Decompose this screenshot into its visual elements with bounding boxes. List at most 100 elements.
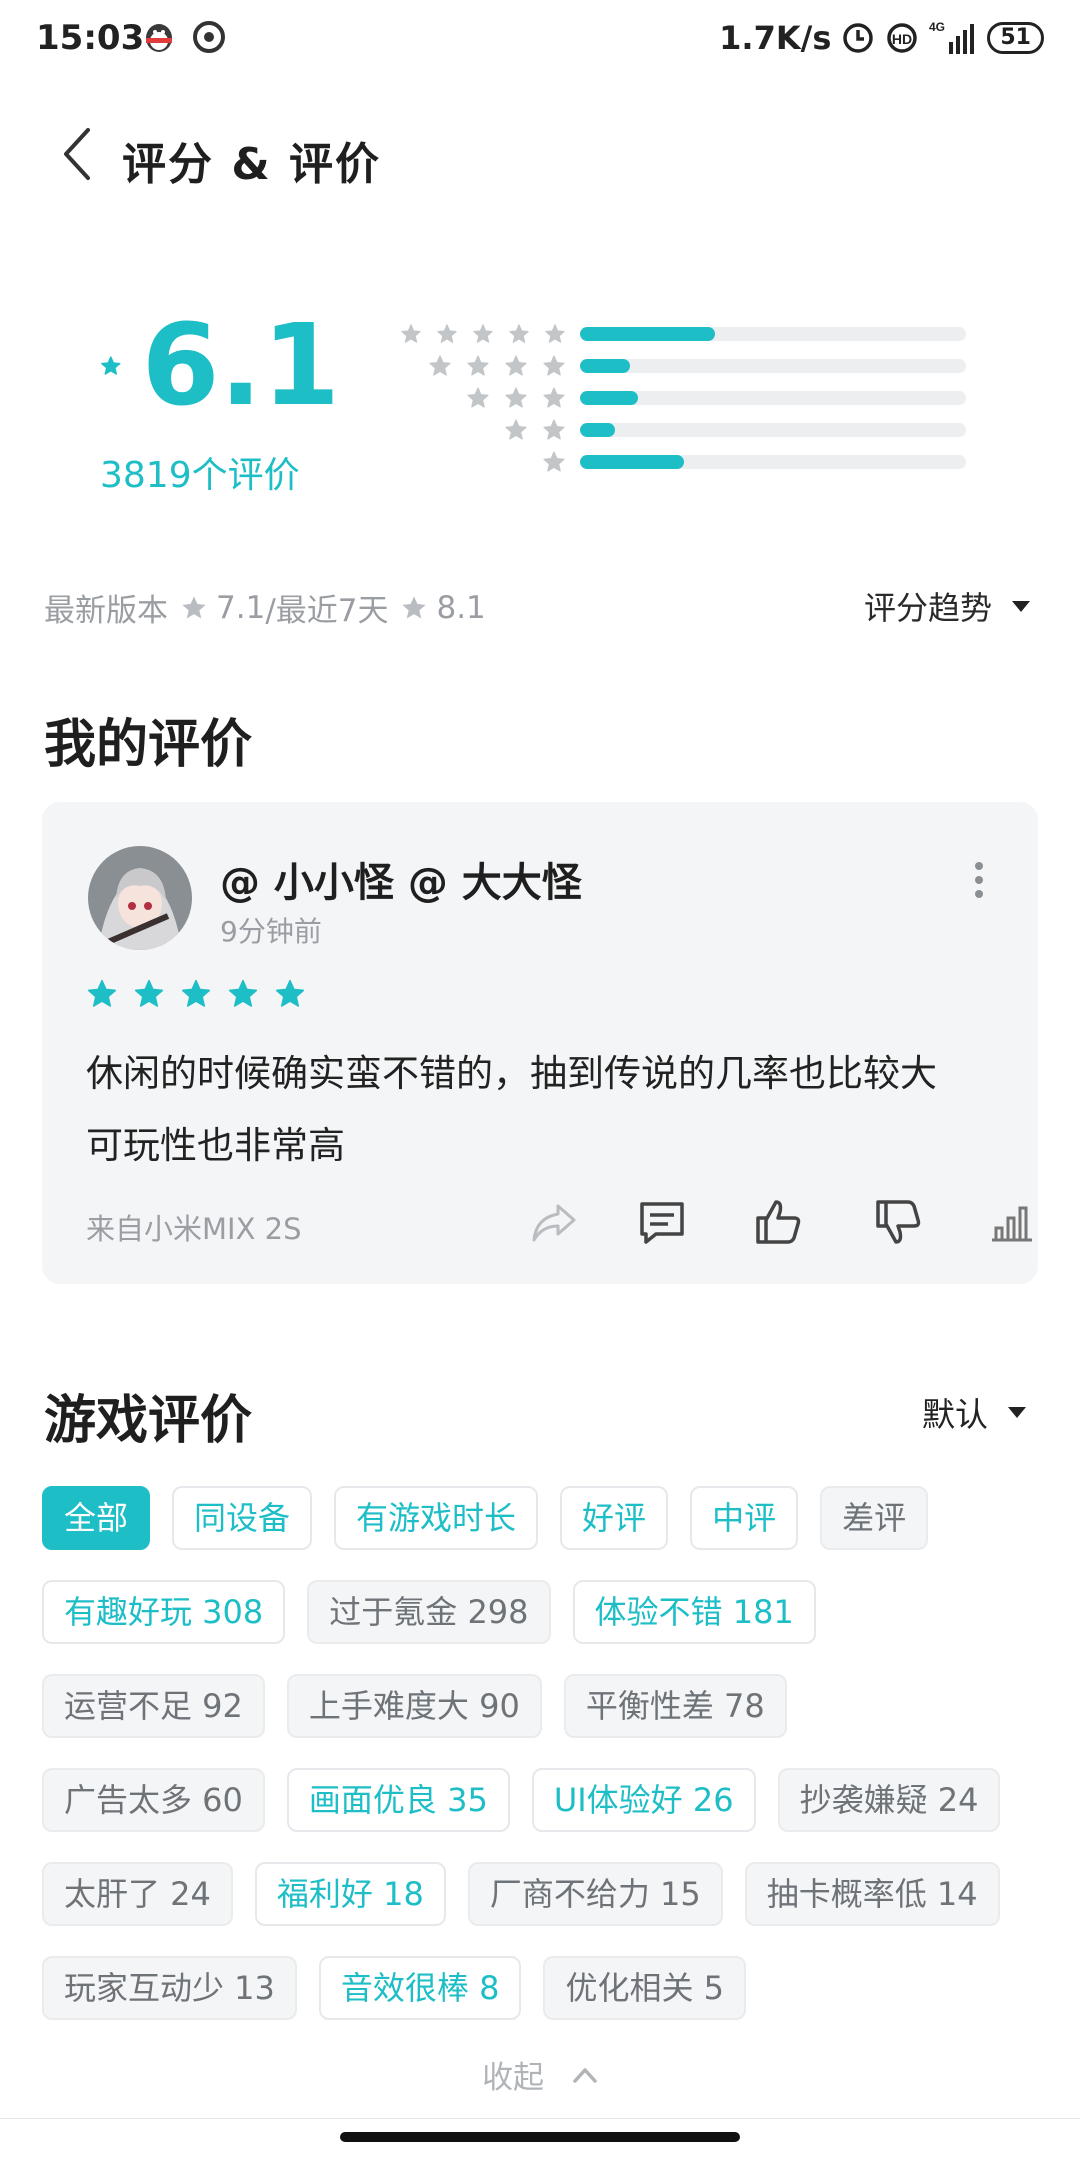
distribution-bar — [580, 391, 966, 405]
avatar[interactable] — [88, 846, 192, 950]
filter-tag[interactable]: 厂商不给力 15 — [467, 1862, 723, 1926]
stats-icon[interactable] — [986, 1196, 1038, 1248]
star-icon — [182, 595, 206, 618]
version-rating-line: 最新版本 7.1 /最近7天 8.1 — [44, 585, 486, 630]
filter-tag[interactable]: 广告太多 60 — [42, 1768, 265, 1832]
status-bar: 15:03 1.7K/s HD 4G 51 — [0, 0, 1080, 80]
filter-tag[interactable]: 抄袭嫌疑 24 — [777, 1768, 1001, 1832]
page-header: 评分 & 评价 — [0, 110, 1080, 198]
distribution-bar-fill — [580, 455, 685, 469]
svg-text:4G: 4G — [929, 20, 945, 34]
star-icon — [101, 356, 121, 375]
star-icon — [275, 979, 305, 1007]
star-icon — [505, 419, 527, 440]
filter-tag[interactable]: 全部 — [42, 1486, 151, 1550]
review-time: 9分钟前 — [220, 915, 322, 948]
hd-icon: HD — [887, 23, 918, 53]
recent-label: /最近7天 — [265, 593, 389, 629]
distribution-row — [400, 414, 980, 446]
filter-tag[interactable]: 音效很棒 8 — [318, 1956, 522, 2020]
share-icon[interactable] — [528, 1196, 580, 1248]
review-filter-tags: 全部 同设备 有游戏时长 好评 中评 差评 有趣好玩 308 过于氪金 298 体验不错 181… — [42, 1486, 1042, 2050]
star-icon — [429, 355, 451, 376]
thumbs-up-icon[interactable] — [752, 1196, 804, 1248]
rating-summary: 6.1 3819个评价 — [100, 310, 340, 498]
network-speed: 1.7K/s — [719, 19, 832, 57]
filter-tag[interactable]: 体验不错 181 — [572, 1580, 816, 1644]
distribution-stars — [400, 322, 580, 346]
back-arrow-icon[interactable] — [58, 124, 98, 184]
chevron-up-icon — [573, 2067, 597, 2083]
battery-indicator: 51 — [987, 22, 1044, 54]
star-icon — [467, 387, 489, 408]
filter-tag[interactable]: 上手难度大 90 — [286, 1674, 542, 1738]
review-text-line: 可玩性也非常高 — [86, 1124, 345, 1167]
filter-tag[interactable]: 同设备 — [172, 1486, 313, 1550]
star-icon — [505, 355, 527, 376]
filter-tag[interactable]: 福利好 18 — [254, 1862, 446, 1926]
filter-tag[interactable]: 太肝了 24 — [42, 1862, 233, 1926]
tag-row: 玩家互动少 13 音效很棒 8 优化相关 5 — [42, 1956, 1042, 2020]
comment-icon[interactable] — [636, 1196, 688, 1248]
filter-tag[interactable]: 平衡性差 78 — [563, 1674, 787, 1738]
filter-tag[interactable]: 差评 — [820, 1486, 929, 1550]
sort-label: 默认 — [922, 1395, 988, 1434]
device-source: 来自小米MIX 2S — [86, 1212, 302, 1246]
filter-tag[interactable]: 优化相关 5 — [543, 1956, 746, 2020]
alarm-icon — [843, 23, 874, 53]
more-options-icon[interactable] — [972, 860, 986, 900]
filter-tag[interactable]: 有趣好玩 308 — [42, 1580, 286, 1644]
distribution-row — [400, 350, 980, 382]
star-icon — [509, 324, 529, 343]
distribution-bar-fill — [580, 391, 638, 405]
thumbs-down-icon[interactable] — [872, 1196, 924, 1248]
filter-tag[interactable]: 中评 — [690, 1486, 799, 1550]
filter-tag[interactable]: 运营不足 92 — [42, 1674, 265, 1738]
distribution-row — [400, 382, 980, 414]
filter-tag[interactable]: 抽卡概率低 14 — [744, 1862, 1000, 1926]
distribution-stars — [400, 354, 580, 378]
svg-text:HD: HD — [892, 31, 912, 47]
review-text: 休闲的时候确实蛮不错的，抽到传说的几率也比较大 可玩性也非常高 — [86, 1038, 1006, 1182]
game-reviews-heading: 游戏评价 — [44, 1391, 253, 1451]
my-review-card: @ 小小怪 @ 大大怪 9分钟前 休闲的时候确实蛮不错的，抽到传说的几率也比较大… — [42, 802, 1038, 1284]
review-text-line: 休闲的时候确实蛮不错的，抽到传说的几率也比较大 — [86, 1052, 937, 1095]
filter-tag[interactable]: 玩家互动少 13 — [42, 1956, 297, 2020]
divider — [0, 2118, 1080, 2119]
collapse-button[interactable]: 收起 — [0, 2052, 1080, 2097]
tag-row: 有趣好玩 308 过于氪金 298 体验不错 181 — [42, 1580, 1042, 1644]
star-icon — [467, 355, 489, 376]
star-icon — [543, 451, 565, 472]
latest-version-score: 7.1 — [216, 589, 266, 626]
star-icon — [543, 419, 565, 440]
tag-row: 运营不足 92 上手难度大 90 平衡性差 78 — [42, 1674, 1042, 1738]
star-icon — [473, 324, 493, 343]
home-indicator[interactable] — [340, 2132, 740, 2142]
filter-tag[interactable]: UI体验好 26 — [531, 1768, 756, 1832]
rating-distribution — [400, 318, 980, 478]
distribution-bar — [580, 327, 966, 341]
sort-dropdown[interactable]: 默认 — [922, 1388, 1026, 1436]
filter-tag[interactable]: 过于氪金 298 — [307, 1580, 551, 1644]
filter-row: 全部 同设备 有游戏时长 好评 中评 差评 — [42, 1486, 1042, 1550]
filter-tag[interactable]: 画面优良 35 — [286, 1768, 510, 1832]
distribution-row — [400, 446, 980, 478]
rating-trend-dropdown[interactable]: 评分趋势 — [864, 583, 1030, 629]
page-title: 评分 & 评价 — [122, 139, 382, 190]
star-icon — [543, 387, 565, 408]
distribution-bar-fill — [580, 327, 716, 341]
star-icon — [181, 979, 211, 1007]
filter-tag[interactable]: 好评 — [560, 1486, 669, 1550]
distribution-stars — [400, 418, 580, 442]
tag-row: 广告太多 60 画面优良 35 UI体验好 26 抄袭嫌疑 24 — [42, 1768, 1042, 1832]
filter-tag[interactable]: 有游戏时长 — [334, 1486, 539, 1550]
recent-score: 8.1 — [436, 589, 486, 626]
distribution-bar — [580, 359, 966, 373]
signal-icon: 4G — [929, 20, 975, 54]
average-score: 6.1 — [141, 301, 340, 431]
reviewer-name: @ 小小怪 @ 大大怪 — [220, 860, 582, 906]
star-icon — [402, 595, 427, 618]
status-time: 15:03 — [36, 18, 145, 58]
music-disc-icon — [193, 21, 225, 53]
star-icon — [545, 324, 565, 343]
